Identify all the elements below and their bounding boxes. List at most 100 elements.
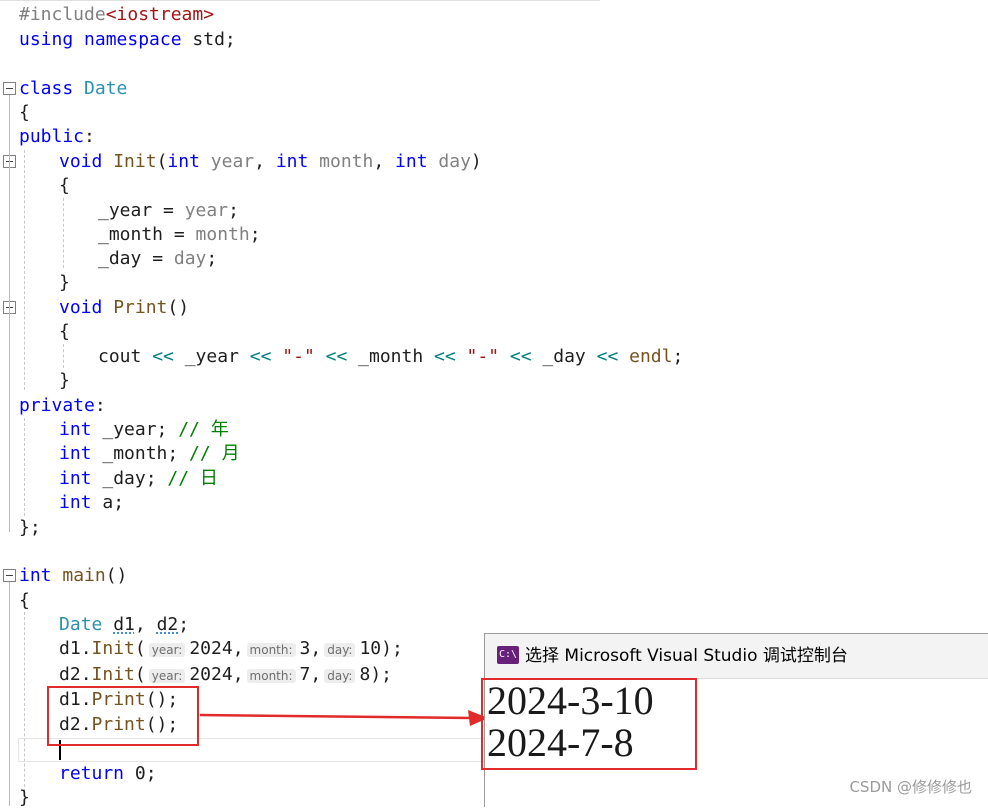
operator: <<: [423, 346, 467, 367]
editor-top-border: [0, 0, 600, 1]
brace: {: [19, 102, 30, 123]
keyword: private: [19, 395, 95, 416]
code-text: ;: [672, 346, 684, 367]
keyword: public: [19, 126, 85, 147]
keyword: int: [59, 492, 92, 513]
inlay-hint-month: month:: [246, 643, 296, 657]
code-text: ,: [373, 151, 396, 172]
code-line-4: class Date: [0, 77, 988, 101]
identifier: cout: [98, 346, 142, 367]
operator: =: [163, 224, 196, 245]
console-title: 选择 Microsoft Visual Studio 调试控制台: [525, 646, 848, 666]
member: _day: [98, 248, 142, 269]
code-line-21: int a;: [0, 491, 988, 515]
code-text: ;: [206, 248, 218, 269]
keyword: int: [19, 565, 52, 586]
keyword: using: [19, 29, 74, 50]
string-literal: "-": [466, 346, 500, 367]
brace: {: [19, 590, 30, 611]
keyword: int: [275, 151, 309, 172]
include-target: <iostream>: [105, 4, 215, 25]
parameter: month: [195, 224, 250, 245]
keyword: int: [59, 443, 92, 464]
variable: d1: [59, 638, 81, 659]
code-text: .: [80, 638, 92, 659]
code-text: .: [80, 664, 92, 685]
parameter: day: [438, 151, 471, 172]
operator: <<: [585, 346, 630, 367]
code-line-17: private:: [0, 394, 988, 418]
code-line-25: {: [0, 589, 988, 613]
inlay-hint-year: year:: [148, 643, 186, 657]
operator: <<: [314, 346, 359, 367]
brace: }: [59, 272, 70, 293]
parameter: month: [319, 151, 374, 172]
member: _month: [358, 346, 424, 367]
operator: <<: [238, 346, 283, 367]
number: 8: [359, 664, 371, 685]
brace: {: [59, 321, 70, 342]
variable: d2: [59, 664, 81, 685]
number: 3,: [299, 638, 322, 659]
keyword: namespace: [84, 29, 182, 50]
variable: d2: [156, 614, 179, 635]
operator: =: [141, 248, 174, 269]
type-name: Date: [84, 78, 128, 99]
code-line-24: int main(): [0, 564, 988, 588]
code-text: );: [370, 664, 392, 685]
inlay-hint-month: month:: [246, 669, 296, 683]
code-line-9: _year = year;: [0, 199, 988, 223]
brace: }: [19, 787, 30, 808]
console-titlebar[interactable]: C:\ 选择 Microsoft Visual Studio 调试控制台: [485, 634, 988, 679]
string-literal: "-": [282, 346, 315, 367]
code-text: ;: [228, 200, 239, 221]
keyword: return: [59, 763, 125, 784]
member: _month: [98, 224, 164, 245]
number: 2024,: [189, 638, 244, 659]
parameter: year: [184, 200, 229, 221]
code-line-7: void Init(int year, int month, int day): [0, 150, 988, 174]
member: _month;: [91, 443, 179, 464]
code-line-6: public:: [0, 125, 988, 149]
function-name: Print: [113, 297, 168, 318]
code-text: ;: [178, 614, 190, 635]
code-text: :: [94, 395, 106, 416]
keyword: class: [19, 78, 74, 99]
comment: // 月: [178, 443, 240, 464]
function-name: Init: [113, 151, 157, 172]
parameter: day: [173, 248, 207, 269]
code-line-16: }: [0, 369, 988, 393]
number: 10: [359, 638, 382, 659]
code-text: (): [105, 565, 128, 586]
code-line-11: _day = day;: [0, 247, 988, 271]
operator: <<: [499, 346, 543, 367]
member: a;: [91, 492, 125, 513]
member: _year: [98, 200, 153, 221]
function-name: Init: [91, 664, 135, 685]
keyword: void: [59, 151, 103, 172]
number: 0;: [124, 763, 157, 784]
keyword: void: [59, 297, 103, 318]
console-app-icon: C:\: [497, 646, 519, 664]
code-line-10: _month = month;: [0, 223, 988, 247]
code-line-5: {: [0, 101, 988, 125]
function-name: main: [51, 565, 106, 586]
brace: }: [59, 370, 70, 391]
number: 7,: [299, 664, 322, 685]
operator: <<: [141, 346, 185, 367]
keyword: int: [395, 151, 428, 172]
code-text: );: [381, 638, 403, 659]
type-name: Date: [59, 614, 103, 635]
member: _year;: [91, 419, 168, 440]
code-text: (: [134, 638, 146, 659]
inlay-hint-day: day:: [324, 643, 356, 657]
identifier: endl: [629, 346, 673, 367]
operator: =: [152, 200, 185, 221]
comment: // 年: [167, 419, 229, 440]
brace: {: [59, 175, 70, 196]
code-line-13: void Print(): [0, 296, 988, 320]
member: _day;: [91, 468, 157, 489]
number: 2024,: [189, 664, 244, 685]
code-line-19: int _month; // 月: [0, 442, 988, 466]
